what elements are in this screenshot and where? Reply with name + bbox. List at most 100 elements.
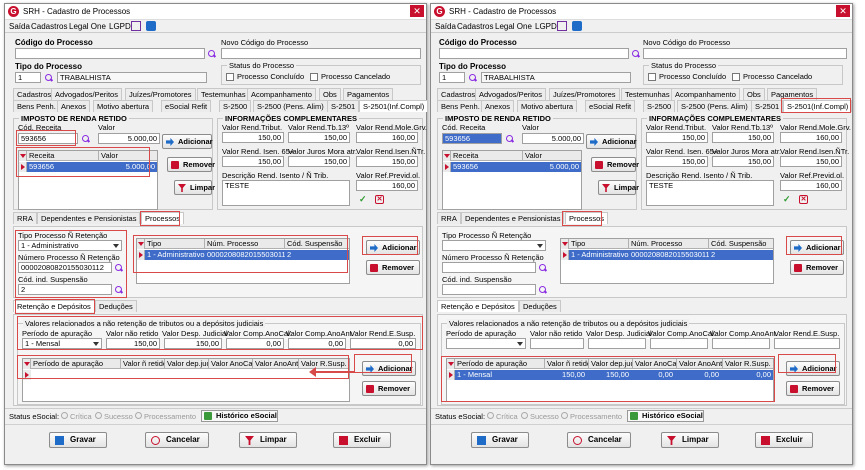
menu-legal-one[interactable]: Legal One bbox=[495, 22, 532, 31]
tab-motivo-abertura[interactable]: Motivo abertura bbox=[517, 100, 578, 112]
menu-lgpd[interactable]: LGPD bbox=[109, 22, 131, 31]
v2-input[interactable]: 150,00 bbox=[288, 132, 350, 143]
remove-retencao-button[interactable]: Remover bbox=[362, 381, 416, 396]
cancelar-button[interactable]: Cancelar bbox=[145, 432, 209, 448]
tipo-code-input[interactable]: 1 bbox=[439, 72, 465, 83]
tab-rra[interactable]: RRA bbox=[437, 212, 461, 224]
add-retencao-button[interactable]: Adicionar bbox=[362, 361, 416, 376]
tab-dependentes[interactable]: Dependentes e Pensionistas bbox=[461, 212, 565, 224]
excluir-button[interactable]: Excluir bbox=[755, 432, 813, 448]
tab-processos[interactable]: Processos bbox=[565, 212, 609, 224]
tipo-proc-select[interactable]: 1 - Administrativo bbox=[18, 240, 122, 251]
historico-button[interactable]: Histórico eSocial bbox=[201, 410, 278, 422]
desp-input[interactable]: 150,00 bbox=[164, 338, 222, 349]
tipo-code-input[interactable]: 1 bbox=[15, 72, 41, 83]
tab-testemunhas[interactable]: Testemunhas bbox=[621, 88, 674, 100]
tab-s2501[interactable]: S-2501 bbox=[751, 100, 784, 112]
tab-cadastros[interactable]: Cadastros bbox=[437, 88, 480, 100]
tab-juizes[interactable]: Juízes/Promotores bbox=[549, 88, 620, 100]
limpar-button[interactable]: Limpar bbox=[239, 432, 297, 448]
remove-processo-button[interactable]: Remover bbox=[790, 260, 844, 275]
clear-receita-button[interactable]: Limpar bbox=[174, 180, 215, 195]
v1-input[interactable]: 150,00 bbox=[222, 132, 284, 143]
tab-advogados[interactable]: Advogados/Peritos bbox=[51, 88, 122, 100]
v6-input[interactable]: 150,00 bbox=[780, 156, 842, 167]
v4-input[interactable]: 150,00 bbox=[646, 156, 708, 167]
v5-input[interactable]: 150,00 bbox=[712, 156, 774, 167]
desp-input[interactable] bbox=[588, 338, 646, 349]
cancelar-button[interactable]: Cancelar bbox=[567, 432, 631, 448]
historico-button[interactable]: Histórico eSocial bbox=[627, 410, 704, 422]
search-icon[interactable] bbox=[468, 73, 478, 83]
nao-retido-input[interactable] bbox=[530, 338, 584, 349]
remove-receita-button[interactable]: Remover bbox=[591, 157, 639, 172]
novo-codigo-input[interactable] bbox=[643, 48, 847, 59]
tab-rra[interactable]: RRA bbox=[13, 212, 37, 224]
monitor-icon[interactable] bbox=[131, 21, 141, 31]
tab-bens-penh[interactable]: Bens Penh. bbox=[437, 100, 484, 112]
tab-s2500-pens[interactable]: S-2500 (Pens. Alim) bbox=[677, 100, 752, 112]
remove-receita-button[interactable]: Remover bbox=[167, 157, 215, 172]
tab-advogados[interactable]: Advogados/Peritos bbox=[475, 88, 546, 100]
codigo-input[interactable] bbox=[15, 48, 205, 59]
search-icon[interactable] bbox=[114, 263, 124, 273]
v8-input[interactable]: 160,00 bbox=[356, 180, 418, 191]
tipo-proc-select[interactable] bbox=[442, 240, 546, 251]
cancel-icon[interactable]: ✕ bbox=[375, 195, 384, 204]
tab-juizes[interactable]: Juízes/Promotores bbox=[125, 88, 196, 100]
tab-dependentes[interactable]: Dependentes e Pensionistas bbox=[37, 212, 141, 224]
menu-saida[interactable]: Saída bbox=[9, 22, 30, 31]
tab-s2500-pens[interactable]: S-2500 (Pens. Alim) bbox=[253, 100, 328, 112]
comp-cal-input[interactable] bbox=[650, 338, 708, 349]
tab-motivo-abertura[interactable]: Motivo abertura bbox=[93, 100, 154, 112]
tab-acompanhamento[interactable]: Acompanhamento bbox=[671, 88, 740, 100]
tab-deducoes[interactable]: Deduções bbox=[519, 300, 561, 312]
numero-proc-input[interactable]: 00002080820155030112 bbox=[18, 262, 112, 273]
esocial-icon[interactable] bbox=[146, 21, 156, 31]
tab-anexos[interactable]: Anexos bbox=[481, 100, 515, 112]
cancel-icon[interactable]: ✕ bbox=[799, 195, 808, 204]
limpar-button[interactable]: Limpar bbox=[661, 432, 719, 448]
tab-pagamentos[interactable]: Pagamentos bbox=[767, 88, 818, 100]
menu-legal-one[interactable]: Legal One bbox=[69, 22, 106, 31]
v5-input[interactable]: 150,00 bbox=[288, 156, 350, 167]
table-row[interactable]: 1 - Administrativo 00002080820155030112 … bbox=[561, 250, 773, 260]
cod-receita-input[interactable]: 593656 bbox=[18, 133, 78, 144]
cod-receita-input[interactable]: 593656 bbox=[442, 133, 502, 144]
esocial-icon[interactable] bbox=[572, 21, 582, 31]
v1-input[interactable]: 150,00 bbox=[646, 132, 708, 143]
add-processo-button[interactable]: Adicionar bbox=[790, 240, 844, 255]
clear-receita-button[interactable]: Limpar bbox=[598, 180, 639, 195]
concluido-checkbox[interactable] bbox=[648, 73, 656, 81]
comp-cal-input[interactable]: 0,00 bbox=[226, 338, 284, 349]
desc-textarea[interactable]: TESTE bbox=[646, 180, 774, 206]
periodo-select[interactable] bbox=[446, 338, 526, 349]
table-row[interactable]: 593656 5.000,00 bbox=[443, 162, 581, 172]
comp-ant-input[interactable] bbox=[712, 338, 770, 349]
valor-input[interactable]: 5.000,00 bbox=[98, 133, 160, 144]
numero-proc-input[interactable] bbox=[442, 262, 536, 273]
comp-ant-input[interactable]: 0,00 bbox=[288, 338, 346, 349]
v6-input[interactable]: 150,00 bbox=[356, 156, 418, 167]
table-row[interactable]: 1 - Mensal 150,00 150,00 0,00 0,00 0,00 bbox=[447, 370, 773, 380]
search-icon[interactable] bbox=[44, 73, 54, 83]
monitor-icon[interactable] bbox=[557, 21, 567, 31]
tab-esocial-refit[interactable]: eSocial Refit bbox=[161, 100, 212, 112]
v8-input[interactable]: 160,00 bbox=[780, 180, 842, 191]
table-row[interactable]: 1 - Administrativo 00002080820155030112 … bbox=[137, 250, 349, 260]
tab-processos[interactable]: Processos bbox=[141, 212, 185, 224]
v2-input[interactable]: 150,00 bbox=[712, 132, 774, 143]
tab-acompanhamento[interactable]: Acompanhamento bbox=[247, 88, 316, 100]
menu-cadastros[interactable]: Cadastros bbox=[31, 22, 67, 31]
cancelado-checkbox[interactable] bbox=[310, 73, 318, 81]
close-button[interactable]: ✕ bbox=[836, 5, 850, 17]
nao-retido-input[interactable]: 150,00 bbox=[106, 338, 160, 349]
tab-deducoes[interactable]: Deduções bbox=[95, 300, 137, 312]
rend-susp-input[interactable]: 0,00 bbox=[350, 338, 416, 349]
desc-textarea[interactable]: TESTE bbox=[222, 180, 350, 206]
remove-processo-button[interactable]: Remover bbox=[366, 260, 420, 275]
tab-obs[interactable]: Obs bbox=[743, 88, 765, 100]
gravar-button[interactable]: Gravar bbox=[49, 432, 107, 448]
tab-retencao[interactable]: Retenção e Depósitos bbox=[13, 300, 95, 312]
add-processo-button[interactable]: Adicionar bbox=[366, 240, 420, 255]
